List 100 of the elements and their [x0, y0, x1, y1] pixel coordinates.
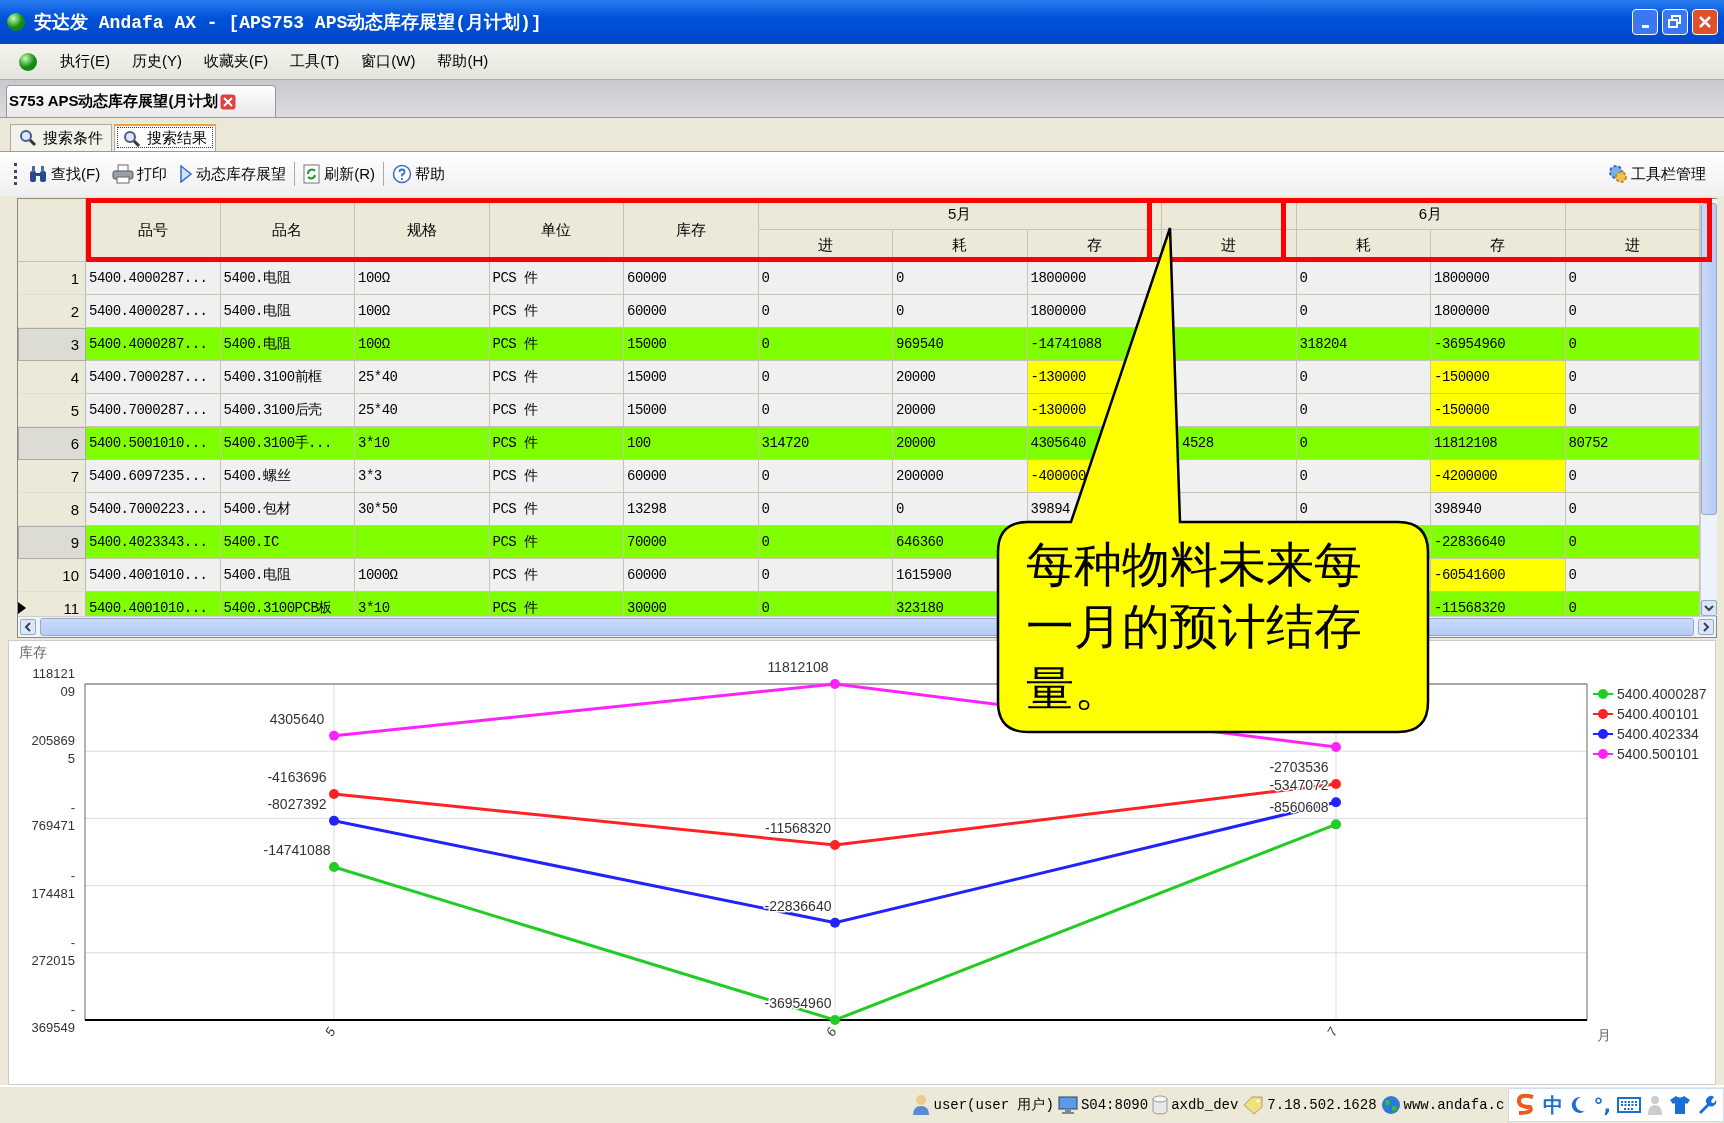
table-cell: 100Ω: [358, 270, 390, 286]
table-cell: 5400.4000287...: [89, 303, 208, 319]
document-tab[interactable]: S753 APS动态库存展望(月计划: [6, 85, 276, 117]
close-icon: [1698, 15, 1712, 29]
shirt-icon[interactable]: [1669, 1095, 1691, 1115]
legend-label: 5400.500101: [1617, 746, 1699, 762]
app-logo-icon: [6, 12, 26, 32]
table-cell: PCS 件: [492, 467, 538, 485]
monitor-icon: [1057, 1095, 1078, 1115]
table-cell: 318204: [1299, 336, 1347, 352]
table-cell: 5400.5001010...: [89, 435, 208, 451]
table-row[interactable]: 8 5400.7000223... 5400.包材 30*50 PCS 件 13298 0 0 39894 0 398940 0: [18, 493, 1700, 526]
table-cell: 5400.7000223...: [89, 501, 208, 517]
table-row[interactable]: 7 5400.6097235... 5400.螺丝 3*3 PCS 件 60000 0 200000 -400000 0 -4200000 0: [18, 460, 1700, 493]
table-cell: PCS 件: [492, 434, 538, 452]
scroll-down-button[interactable]: [1701, 600, 1717, 616]
search-icon: [19, 129, 37, 147]
table-cell: 5400.电阻: [223, 269, 290, 287]
table-cell: 0: [1568, 270, 1577, 286]
table-cell: 0: [761, 567, 770, 583]
table-cell: 0: [761, 501, 770, 517]
row-number: 1: [70, 269, 79, 287]
keyboard-icon[interactable]: [1617, 1096, 1641, 1114]
data-label: -2703536: [1269, 759, 1329, 775]
table-cell: 0: [1299, 270, 1308, 286]
table-cell: 60000: [627, 270, 667, 286]
tab[interactable]: 搜索条件: [10, 124, 112, 151]
table-cell: 1800000: [1434, 303, 1490, 319]
vertical-scrollbar[interactable]: [1700, 199, 1717, 616]
status-text: user(user 用户): [933, 1096, 1054, 1114]
data-point: [830, 840, 840, 851]
table-cell: -4200000: [1431, 460, 1566, 493]
ime-mode[interactable]: 中: [1543, 1091, 1564, 1119]
table-cell: 5400.4000287...: [89, 336, 208, 352]
gear-icon: [1608, 164, 1628, 184]
table-cell: 1800000: [1030, 303, 1086, 319]
menu-item[interactable]: 执行(E): [60, 52, 110, 71]
axis-tick-label: 118121 09: [32, 666, 75, 699]
search-icon: [123, 129, 141, 148]
table-row[interactable]: 6 5400.5001010... 5400.3100手... 3*10 PCS 件 100 314720 20000 4305640 4528 0 11812108 80752: [18, 427, 1700, 460]
table-row[interactable]: 4 5400.7000287... 5400.3100前框 25*40 PCS 件 15000 0 20000 -130000 0 -150000 0: [18, 361, 1700, 394]
table-cell: PCS 件: [492, 302, 538, 320]
status-text: www.andafa.c: [1403, 1097, 1505, 1113]
table-row[interactable]: 3 5400.4000287... 5400.电阻 100Ω PCS 件 15000 0 969540 -14741088 318204 -36954960 0: [18, 328, 1700, 361]
table-cell: PCS 件: [492, 335, 538, 353]
toolbar-button[interactable]: 帮助: [388, 162, 449, 186]
table-row[interactable]: 5 5400.7000287... 5400.3100后壳 25*40 PCS 件 15000 0 20000 -130000 0 -150000 0: [18, 394, 1700, 427]
data-label: -22836640: [764, 897, 832, 914]
table-cell: PCS 件: [492, 500, 538, 518]
table-cell: 5400.电阻: [223, 335, 290, 353]
table-cell: PCS 件: [492, 269, 538, 287]
menu-item[interactable]: 窗口(W): [361, 52, 416, 71]
toolbar-button[interactable]: 打印: [108, 162, 172, 186]
close-button[interactable]: [1692, 9, 1718, 35]
menu-item[interactable]: 帮助(H): [437, 52, 489, 71]
toolbar-button[interactable]: 工具栏管理: [1604, 162, 1710, 186]
row-number: 9: [70, 534, 79, 551]
table-cell: 5400.4001010...: [89, 600, 208, 616]
table-cell: 25*40: [358, 402, 398, 418]
table-cell: 0: [1568, 336, 1577, 352]
minimize-icon: [1641, 24, 1649, 28]
axis-tick-label: - 769471: [31, 800, 75, 834]
table-cell: 646360: [896, 534, 944, 550]
menu-item[interactable]: 收藏夹(F): [204, 52, 269, 71]
toolbar-button[interactable]: 刷新(R): [299, 162, 379, 186]
table-cell: 100: [627, 435, 651, 451]
axis-tick-label: - 369549: [31, 1002, 75, 1035]
refresh-icon: [303, 164, 322, 184]
restore-button[interactable]: [1662, 9, 1688, 35]
row-number: 11: [63, 599, 79, 616]
table-cell: 0: [1568, 600, 1577, 616]
table-row[interactable]: 1 5400.4000287... 5400.电阻 100Ω PCS 件 60000 0 0 1800000 0 1800000 0: [18, 262, 1700, 295]
scroll-left-button[interactable]: [20, 619, 36, 635]
table-cell: 20000: [896, 435, 936, 451]
legend-label: 5400.4000287: [1617, 686, 1707, 702]
table-cell: 0: [1568, 567, 1577, 583]
table-cell: 20000: [896, 402, 936, 418]
table-cell: 1615900: [896, 567, 952, 583]
menu-item[interactable]: 历史(Y): [132, 52, 182, 71]
table-row[interactable]: 2 5400.4000287... 5400.电阻 100Ω PCS 件 60000 0 0 1800000 0 1800000 0: [18, 295, 1700, 328]
table-cell: 5400.3100PCB板: [223, 599, 332, 616]
table-cell: 0: [1568, 303, 1577, 319]
tab[interactable]: 搜索结果: [114, 124, 216, 151]
toolbar-button[interactable]: 动态库存展望: [175, 162, 291, 186]
minimize-button[interactable]: [1632, 9, 1658, 35]
wrench-icon[interactable]: [1697, 1095, 1717, 1115]
data-point: [1331, 819, 1341, 830]
data-point: [329, 815, 339, 826]
data-label: -14741088: [263, 841, 331, 858]
data-point: [329, 789, 339, 800]
binoculars-icon: [28, 165, 48, 183]
scroll-right-button[interactable]: [1698, 619, 1714, 635]
close-icon[interactable]: [220, 93, 237, 110]
menu-item[interactable]: 工具(T): [290, 52, 340, 71]
table-cell: 0: [1568, 369, 1577, 385]
ime-punctuation[interactable]: °,: [1593, 1093, 1611, 1117]
table-cell: PCS 件: [492, 401, 538, 419]
table-cell: 80752: [1568, 435, 1608, 451]
toolbar-button[interactable]: 查找(F): [24, 162, 105, 186]
tag-icon: [1242, 1095, 1265, 1115]
